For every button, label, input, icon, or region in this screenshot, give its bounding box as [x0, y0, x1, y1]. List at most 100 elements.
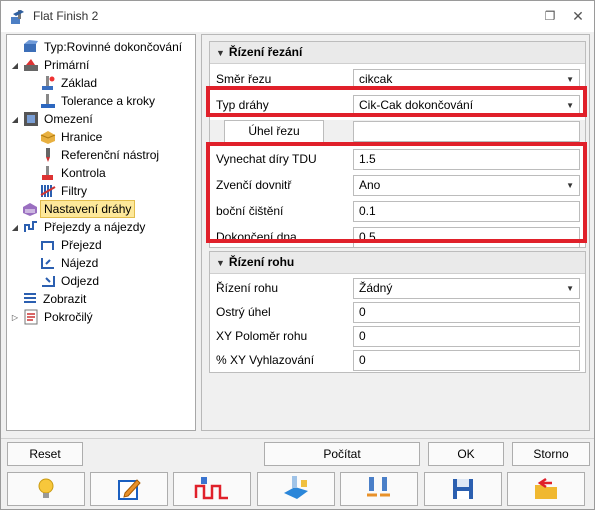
lead-in-icon	[41, 258, 54, 269]
tree-item-boundary[interactable]: Hranice	[40, 128, 102, 146]
section-title: Řízení rohu	[228, 255, 295, 269]
tree-item-primary[interactable]: ◢ Primární	[10, 56, 89, 74]
xy-smoothing-field[interactable]: 0	[353, 350, 580, 371]
corner-control-section: ▼ Řízení rohu Řízení rohu Žádný ▼ Ostrý úh…	[209, 251, 586, 373]
edit-icon	[118, 479, 141, 500]
cutting-control-section: ▼ Řízení řezání Směr řezu cikcak ▼ Typ drá…	[209, 41, 586, 248]
tree-item-lead-in[interactable]: Nájezd	[40, 254, 98, 272]
corner-control-select[interactable]: Žádný ▼	[353, 278, 580, 299]
tree-item-links[interactable]: ◢ Přejezdy a nájezdy	[10, 218, 145, 236]
close-button[interactable]: ✕	[569, 8, 587, 24]
dialog-window: Flat Finish 2 ❐ ✕ Typ:Rovinné dokončován…	[0, 0, 595, 510]
collapse-arrow-icon[interactable]: ◢	[10, 115, 20, 124]
side-cleanup-field[interactable]: 0.1	[353, 201, 580, 222]
tree-item-label: Základ	[61, 76, 98, 90]
save-button[interactable]	[424, 472, 502, 506]
tree-item-lead-out[interactable]: Odjezd	[40, 272, 99, 290]
cut-direction-row: Směr řezu cikcak ▼	[210, 68, 585, 92]
toolpath-button[interactable]	[173, 472, 251, 506]
field-label: Dokončení dna	[216, 230, 297, 244]
reset-button[interactable]: Reset	[7, 442, 83, 466]
section-header[interactable]: ▼ Řízení rohu	[210, 252, 585, 274]
toolpath-icon	[194, 477, 228, 500]
section-title: Řízení řezání	[228, 45, 303, 59]
filters-icon	[40, 185, 56, 197]
settings-tree: Typ:Rovinné dokončování ◢ Primární Zákla…	[6, 34, 196, 431]
tree-item-advanced[interactable]: ▷ Pokročilý	[10, 308, 93, 326]
field-label: boční čištění	[216, 204, 284, 218]
tree-item-type[interactable]: Typ:Rovinné dokončování	[10, 38, 182, 56]
tree-item-label: Tolerance a kroky	[61, 94, 156, 108]
corner-control-row: Řízení rohu Žádný ▼	[210, 277, 585, 301]
check-icon	[42, 166, 53, 180]
tree-item-check[interactable]: Kontrola	[40, 164, 106, 182]
tree-item-limits[interactable]: ◢ Omezení	[10, 110, 93, 128]
floor-finish-field[interactable]: 0.5	[353, 227, 580, 248]
title-bar: Flat Finish 2 ❐ ✕	[1, 1, 594, 32]
field-value: Žádný	[359, 281, 393, 295]
tree-item-label: Referenční nástroj	[61, 148, 160, 162]
tree-item-label: Filtry	[61, 184, 87, 198]
bulb-button[interactable]	[7, 472, 85, 506]
field-label: Ostrý úhel	[216, 305, 271, 319]
tree-item-display[interactable]: Zobrazit	[22, 290, 86, 308]
calc-icon	[284, 476, 308, 499]
tree-item-label: Kontrola	[61, 166, 106, 180]
load-button[interactable]	[507, 472, 585, 506]
collapse-triangle-icon: ▼	[216, 258, 225, 268]
dropdown-arrow-icon: ▼	[566, 181, 574, 190]
load-icon	[535, 477, 557, 499]
dropdown-arrow-icon: ▼	[566, 75, 574, 84]
sharp-angle-field[interactable]: 0	[353, 302, 580, 323]
save-icon	[453, 479, 473, 499]
tree-item-base[interactable]: Základ	[40, 74, 97, 92]
limits-icon	[24, 112, 38, 126]
path-type-select[interactable]: Cik-Cak dokončování ▼	[353, 95, 580, 116]
type-icon	[24, 40, 38, 52]
cancel-button[interactable]: Storno	[512, 442, 590, 466]
tree-item-label: Přejezdy a nájezdy	[44, 220, 146, 234]
skip-holes-row: Vynechat díry TDU 1.5	[210, 148, 585, 172]
restore-button[interactable]: ❐	[541, 8, 559, 24]
outside-in-select[interactable]: Ano ▼	[353, 175, 580, 196]
xy-corner-radius-field[interactable]: 0	[353, 326, 580, 347]
tree-item-label: Typ:Rovinné dokončování	[44, 40, 183, 54]
primary-icon	[24, 59, 38, 71]
field-label: XY Poloměr rohu	[216, 329, 308, 343]
cut-angle-field[interactable]	[353, 121, 580, 142]
expand-arrow-icon[interactable]: ▷	[10, 313, 20, 322]
section-header[interactable]: ▼ Řízení řezání	[210, 42, 585, 64]
tree-item-label: Nastavení dráhy	[40, 200, 136, 218]
divider	[1, 438, 594, 439]
field-label: Zvenčí dovnitř	[216, 178, 292, 192]
field-label: Směr řezu	[216, 72, 272, 86]
edit-button[interactable]	[90, 472, 168, 506]
tree-item-reference-tool[interactable]: Referenční nástroj	[40, 146, 159, 164]
outside-in-row: Zvenčí dovnitř Ano ▼	[210, 174, 585, 198]
calculate-button[interactable]	[257, 472, 335, 506]
path-settings-icon	[23, 203, 37, 216]
window-title: Flat Finish 2	[33, 9, 99, 23]
ok-button[interactable]: OK	[428, 442, 504, 466]
collapse-arrow-icon[interactable]: ◢	[10, 223, 20, 232]
sharp-angle-row: Ostrý úhel 0	[210, 301, 585, 325]
tree-item-label: Přejezd	[61, 238, 102, 252]
field-label: Vynechat díry TDU	[216, 152, 317, 166]
xy-smoothing-row: % XY Vyhlazování 0	[210, 349, 585, 373]
tree-item-filters[interactable]: Filtry	[40, 182, 87, 200]
skip-holes-field[interactable]: 1.5	[353, 149, 580, 170]
tree-item-label: Primární	[44, 58, 90, 72]
field-value: Cik-Cak dokončování	[359, 98, 474, 112]
tree-item-tolerance[interactable]: Tolerance a kroky	[40, 92, 155, 110]
collapse-arrow-icon[interactable]: ◢	[10, 61, 20, 70]
cut-direction-select[interactable]: cikcak ▼	[353, 69, 580, 90]
tree-item-link[interactable]: Přejezd	[40, 236, 102, 254]
cut-angle-tab[interactable]: Úhel řezu	[224, 120, 324, 143]
tree-item-path-settings[interactable]: Nastavení dráhy	[22, 200, 136, 218]
compare-button[interactable]	[340, 472, 418, 506]
cut-angle-row: Úhel řezu	[210, 120, 585, 144]
tree-item-label: Zobrazit	[43, 292, 87, 306]
compute-button[interactable]: Počítat	[264, 442, 420, 466]
tree-item-label: Odjezd	[61, 274, 100, 288]
base-icon	[42, 76, 55, 90]
